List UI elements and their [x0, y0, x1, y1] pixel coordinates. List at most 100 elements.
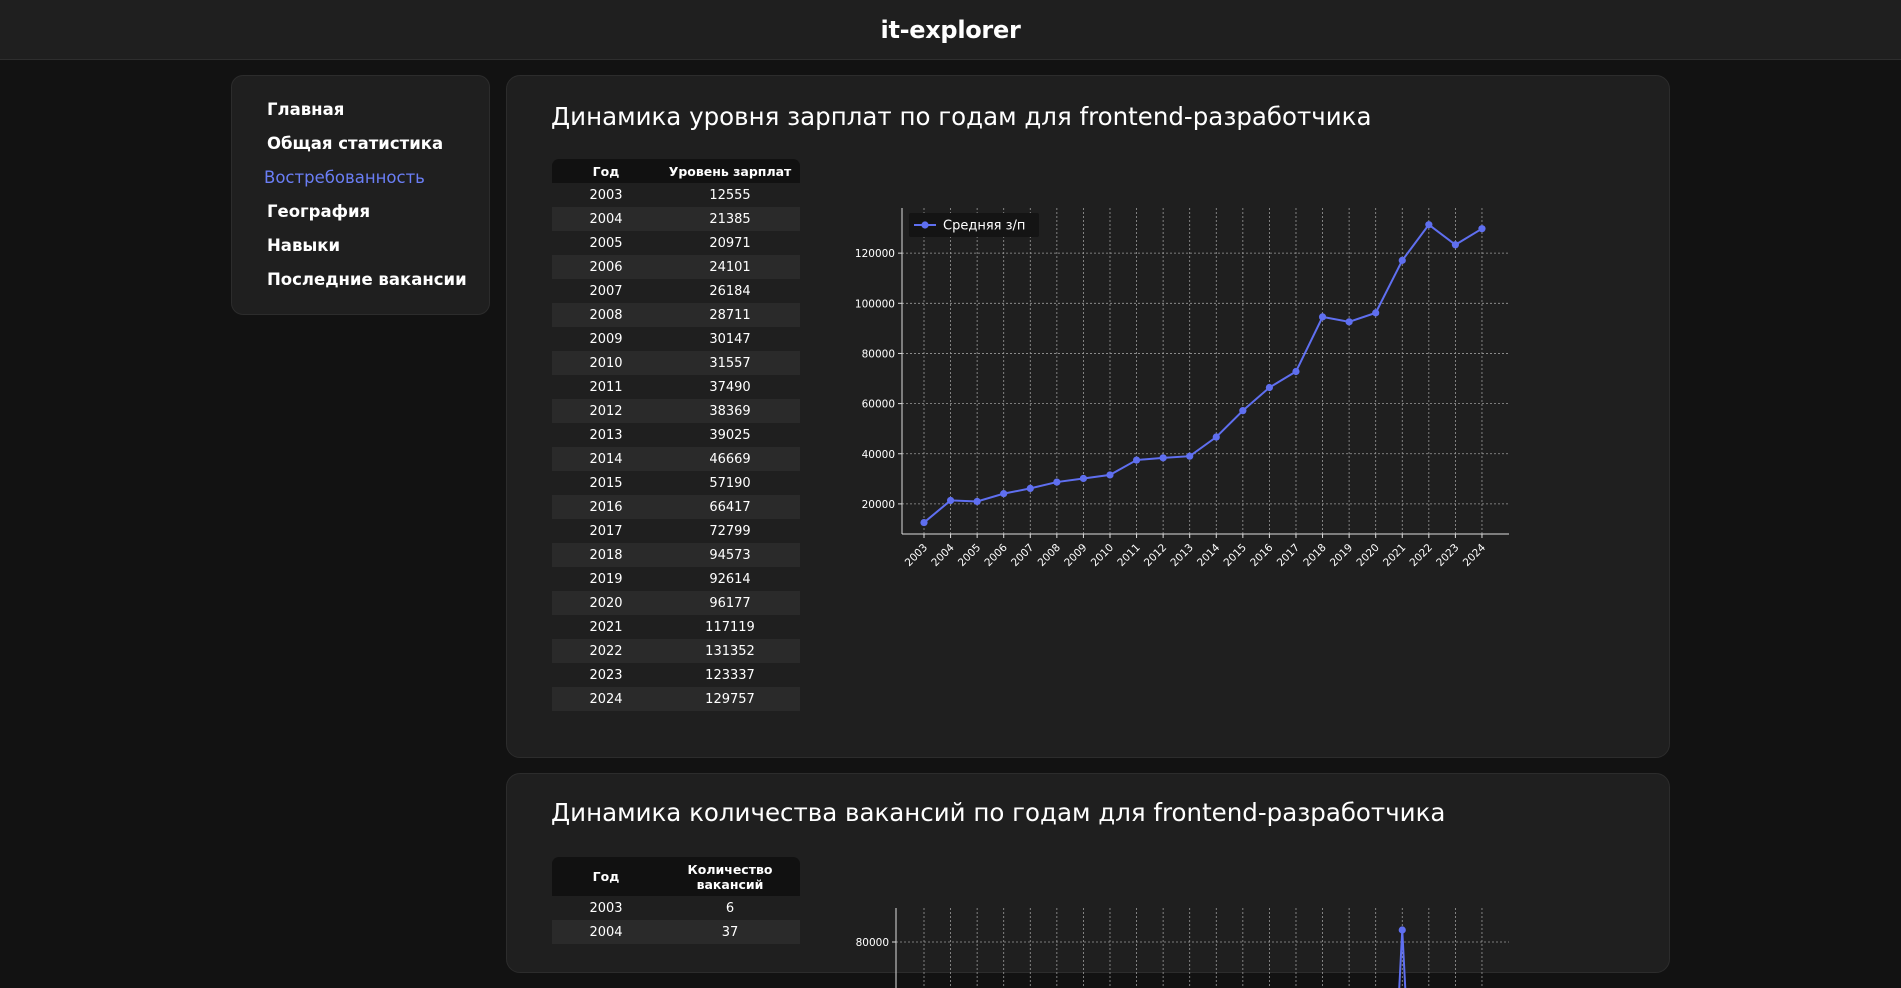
- sidebar-item-skills[interactable]: Навыки: [267, 236, 340, 255]
- salary-line-chart: 20000 40000 60000 80000 100000 120000 2003 2004…: [855, 208, 1509, 569]
- table-row: 2019 92614: [552, 567, 800, 591]
- data-point: [1425, 221, 1433, 229]
- y-tick-label: 40000: [862, 449, 895, 461]
- x-tick-label: 2015: [1222, 542, 1249, 569]
- cell-year: 2016: [552, 495, 660, 519]
- cell-year: 2011: [589, 379, 623, 395]
- vacancy-line-chart: 80000: [856, 908, 1509, 988]
- data-point: [1106, 471, 1114, 479]
- cell-value: 26184: [709, 283, 751, 299]
- data-point: [1478, 225, 1486, 233]
- cell-value: 37490: [709, 379, 751, 395]
- column-header-year: Год: [552, 159, 660, 183]
- column-header-year: Год: [552, 857, 660, 896]
- cell-year: 2012: [552, 399, 660, 423]
- cell-year: 2005: [589, 235, 623, 251]
- data-point: [1159, 454, 1167, 462]
- y-tick-label: 20000: [862, 499, 895, 511]
- salary-table: Год Уровень зарплат 2003 12555 2004 21385 20…: [552, 159, 800, 711]
- x-tick-label: 2004: [929, 541, 957, 569]
- sidebar-item-latest-vacancies[interactable]: Последние вакансии: [267, 270, 467, 289]
- x-tick-label: 2017: [1275, 542, 1302, 569]
- cell-year: 2019: [589, 571, 623, 587]
- cell-value: 12555: [709, 187, 751, 203]
- table-row: 2013 39025: [552, 423, 800, 447]
- vacancy-table: Год Количество вакансий 2003 6 2004 37: [552, 857, 800, 944]
- sidebar-item-demand[interactable]: Востребованность: [264, 168, 425, 187]
- series-line-average-salary: [923, 223, 1483, 524]
- data-point: [1186, 452, 1194, 460]
- sidebar-item-home[interactable]: Главная: [267, 100, 344, 119]
- data-point: [1345, 318, 1353, 326]
- data-point: [1079, 474, 1088, 483]
- data-point: [1000, 490, 1008, 498]
- cell-value: 39025: [709, 427, 751, 443]
- cell-year: 2015: [589, 475, 623, 491]
- y-tick-label: 80000: [862, 348, 895, 360]
- table-row: 2020 96177: [552, 591, 800, 615]
- sidebar-item-geography[interactable]: География: [267, 202, 370, 221]
- cell-value: 92614: [709, 571, 751, 587]
- data-point: [1292, 367, 1300, 376]
- table-row: 2003 12555: [552, 183, 800, 207]
- cell-year: 2009: [589, 331, 623, 347]
- cell-value: 129757: [660, 687, 800, 711]
- cell-year: 2004: [552, 207, 660, 231]
- data-point: [1318, 313, 1327, 321]
- cell-year: 2004: [552, 920, 660, 944]
- vacancy-card: Динамика количества вакансий по годам дл…: [506, 773, 1670, 988]
- sidebar-item-general-stats[interactable]: Общая статистика: [267, 134, 443, 153]
- cell-year: 2013: [589, 427, 623, 443]
- legend-marker: [921, 221, 929, 229]
- data-point: [1132, 456, 1141, 464]
- table-row: 2003 6: [552, 896, 800, 920]
- cell-year: 2014: [552, 447, 660, 471]
- data-point: [1026, 484, 1034, 493]
- cell-value: 72799: [709, 523, 751, 539]
- salary-card-title: Динамика уровня зарплат по годам для fro…: [551, 102, 1372, 131]
- cell-value: 57190: [709, 475, 751, 491]
- salary-card: Динамика уровня зарплат по годам для fro…: [506, 75, 1670, 758]
- cell-year: 2006: [552, 255, 660, 279]
- table-row: 2022 131352: [552, 639, 800, 663]
- x-tick-label: 2023: [1434, 542, 1461, 569]
- chart-legend: Средняя з/п: [909, 213, 1039, 237]
- column-header-vacancy-count: Количество вакансий: [660, 857, 800, 896]
- series-line-vacancies: [1398, 929, 1407, 988]
- cell-year: 2020: [552, 591, 660, 615]
- app-title[interactable]: it-explorer: [881, 16, 1021, 44]
- cell-year: 2022: [552, 639, 660, 663]
- cell-value: 28711: [660, 303, 800, 327]
- cell-value: 123337: [705, 667, 755, 683]
- data-point: [1212, 433, 1220, 441]
- top-bar: it-explorer: [0, 0, 1901, 60]
- cell-value: 96177: [660, 591, 800, 615]
- cell-year: 2010: [552, 351, 660, 375]
- table-row: 2004 21385: [552, 207, 800, 231]
- data-point: [1239, 407, 1247, 415]
- vacancy-table-body: 2003 6 2004 37: [552, 896, 800, 944]
- x-tick-label: 2009: [1062, 542, 1089, 569]
- data-point: [946, 496, 955, 505]
- x-tick-label: 2012: [1142, 542, 1169, 569]
- data-point: [973, 497, 981, 506]
- cell-value: 117119: [705, 619, 755, 635]
- table-row: 2009 30147: [552, 327, 800, 351]
- table-row: 2014 46669: [552, 447, 800, 471]
- table-header-row: Год Уровень зарплат: [552, 159, 800, 183]
- cell-value: 37: [660, 920, 800, 944]
- data-point: [1398, 926, 1406, 934]
- vacancy-card-title: Динамика количества вакансий по годам дл…: [551, 798, 1446, 827]
- table-row: 2017 72799: [552, 519, 800, 543]
- table-row: 2008 28711: [552, 303, 800, 327]
- cell-year: 2007: [589, 283, 623, 299]
- table-row: 2018 94573: [552, 543, 800, 567]
- cell-year: 2018: [552, 543, 660, 567]
- table-row: 2010 31557: [552, 351, 800, 375]
- cell-value: 66417: [660, 495, 800, 519]
- x-tick-label: 2013: [1168, 542, 1195, 569]
- cell-value: 31557: [660, 351, 800, 375]
- cell-value: 131352: [660, 639, 800, 663]
- table-row: 2023 123337: [552, 663, 800, 687]
- y-tick-label: 60000: [862, 399, 895, 411]
